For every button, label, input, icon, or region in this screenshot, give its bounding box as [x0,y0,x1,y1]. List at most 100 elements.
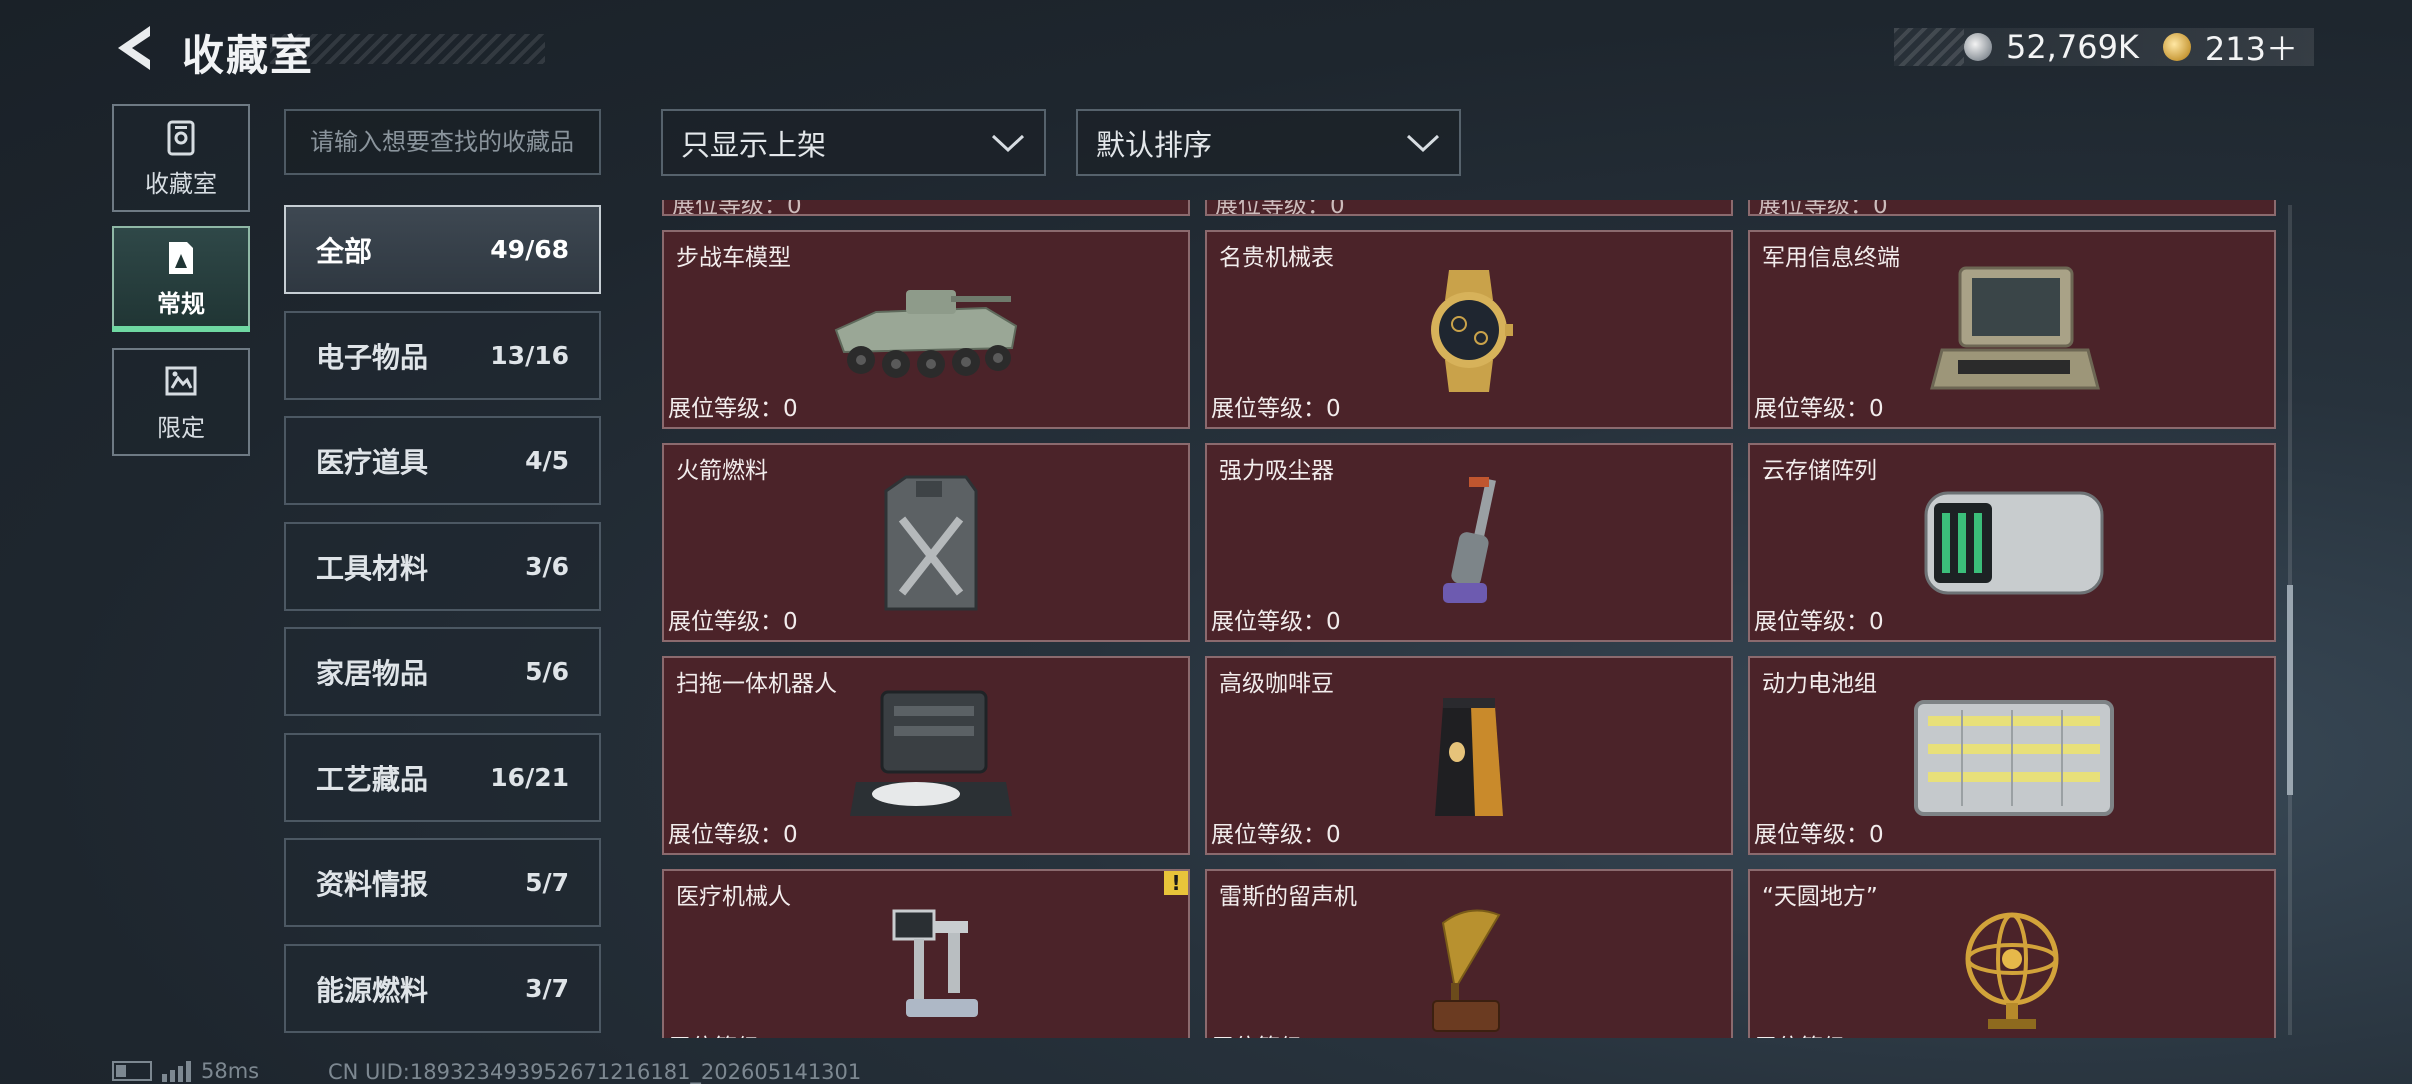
item-name: 军用信息终端 [1762,245,1900,271]
back-arrow-icon[interactable] [110,22,158,74]
category-count: 13/16 [490,341,569,370]
category-intel[interactable]: 资料情报 5/7 [284,838,601,927]
item-name: 动力电池组 [1762,671,1877,697]
side-tab-label: 收藏室 [145,169,217,198]
grid-scrollbar-thumb[interactable] [2287,585,2293,795]
rocket-fuel-icon [884,475,978,611]
coffee-beans-icon [1435,698,1503,816]
collection-card[interactable]: 云存储阵列 展位等级：0 [1748,443,2276,642]
category-count: 5/7 [525,868,569,897]
item-name: 雷斯的留声机 [1219,884,1357,910]
collection-card[interactable]: 扫拖一体机器人 展位等级：0 [662,656,1190,855]
booth-level: 展位等级：0 [1211,609,1341,635]
collection-search-input[interactable] [284,109,601,175]
collection-card[interactable]: 雷斯的留声机 展位等级： [1205,869,1733,1038]
gold-currency-value[interactable]: 213＋ [2205,24,2298,70]
category-crafts[interactable]: 工艺藏品 16/21 [284,733,601,822]
cloud-storage-icon [1924,491,2104,595]
item-name: 步战车模型 [676,245,791,271]
armillary-sphere-icon [1965,912,2059,1029]
chevron-down-icon [1406,134,1440,152]
booth-level: 展位等级：0 [1754,396,1884,422]
category-count: 49/68 [490,235,569,264]
collection-room-icon [167,120,195,155]
battery-icon [112,1061,152,1081]
booth-level: 展位等级：0 [668,822,798,848]
sort-value: 默认排序 [1096,127,1213,162]
side-tab-label: 限定 [157,413,205,442]
category-name: 电子物品 [316,340,429,374]
category-count: 5/6 [525,657,569,686]
category-count: 3/6 [525,552,569,581]
collection-card[interactable]: 医疗机械人 ! 展位等级： [662,869,1190,1038]
side-tab-label: 常规 [157,289,205,318]
collection-card[interactable]: 火箭燃料 展位等级：0 [662,443,1190,642]
item-name: 扫拖一体机器人 [676,671,837,697]
side-tab-limited[interactable]: 限定 [112,348,250,456]
side-tab-collection-room[interactable]: 收藏室 [112,104,250,212]
item-name: 名贵机械表 [1219,245,1334,271]
booth-level: 展位等级： [1754,1028,1869,1038]
category-energy[interactable]: 能源燃料 3/7 [284,944,601,1033]
booth-level: 展位等级：0 [1754,609,1884,635]
category-medical[interactable]: 医疗道具 4/5 [284,416,601,505]
ifv-model-icon [834,290,1018,378]
collection-card[interactable]: 军用信息终端 展位等级：0 [1748,230,2276,429]
regular-icon [169,241,193,274]
sort-dropdown[interactable]: 默认排序 [1076,109,1461,176]
category-electronics[interactable]: 电子物品 13/16 [284,311,601,400]
battery-pack-icon [1914,700,2114,816]
shelf-filter-dropdown[interactable]: 只显示上架 [661,109,1046,176]
collection-card[interactable]: “天圆地方” 展位等级： [1748,869,2276,1038]
booth-level: 展位等级： [668,1028,783,1038]
page-title: 收藏室 [182,31,315,80]
limited-icon [165,366,197,395]
gramophone-icon [1432,909,1501,1032]
category-name: 工具材料 [316,551,429,585]
booth-level: 展位等级：0 [1211,822,1341,848]
partial-card: 展位等级：0 [1748,200,2276,216]
item-name: 强力吸尘器 [1219,458,1334,484]
medical-robot-icon [892,909,978,1017]
booth-level: 展位等级：0 [668,396,798,422]
collection-card[interactable]: 动力电池组 展位等级：0 [1748,656,2276,855]
category-tools[interactable]: 工具材料 3/6 [284,522,601,611]
currency-bar: 52,769K 213＋ [1894,28,2314,68]
collection-card[interactable]: 高级咖啡豆 展位等级：0 [1205,656,1733,855]
signal-icon [162,1060,191,1082]
luxury-watch-icon [1431,270,1513,392]
collection-card[interactable]: 强力吸尘器 展位等级：0 [1205,443,1733,642]
item-name: 高级咖啡豆 [1219,671,1334,697]
category-name: 家居物品 [316,656,429,690]
category-name: 全部 [316,234,373,268]
side-tab-regular[interactable]: 常规 [112,226,250,332]
category-count: 16/21 [490,763,569,792]
gold-coin-icon [2162,33,2191,61]
category-count: 4/5 [525,446,569,475]
collection-card[interactable]: 步战车模型 展位等级：0 [662,230,1190,429]
silver-currency-value: 52,769K [2005,28,2139,66]
booth-level: 展位等级： [1211,1028,1326,1038]
robot-mop-icon [850,690,1012,816]
category-household[interactable]: 家居物品 5/6 [284,627,601,716]
partial-card: 展位等级：0 [662,200,1190,216]
booth-level: 展位等级：0 [1754,822,1884,848]
vacuum-cleaner-icon [1443,477,1496,603]
warning-badge-icon: ! [1164,871,1188,895]
category-name: 资料情报 [316,867,429,901]
booth-level: 展位等级：0 [1211,396,1341,422]
collection-card[interactable]: 名贵机械表 展位等级：0 [1205,230,1733,429]
military-terminal-icon [1930,266,2100,390]
category-name: 医疗道具 [316,445,429,479]
status-bar: 58ms [112,1058,259,1084]
silver-coin-icon [1963,33,1992,61]
item-name: 云存储阵列 [1762,458,1877,484]
chevron-down-icon [991,134,1025,152]
user-uid: CN UID:189323493952671216181_20260514130… [328,1060,862,1084]
category-all[interactable]: 全部 49/68 [284,205,601,294]
ping-value: 58ms [201,1059,260,1083]
item-name: “天圆地方” [1762,884,1878,910]
booth-level: 展位等级：0 [668,609,798,635]
shelf-filter-value: 只显示上架 [681,127,827,162]
partial-card: 展位等级：0 [1205,200,1733,216]
